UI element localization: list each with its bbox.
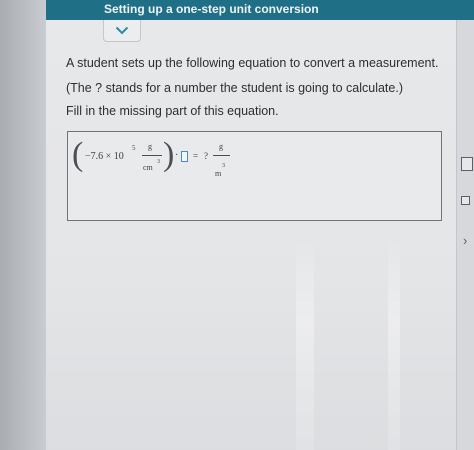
right-unit-denominator-exponent: 3: [222, 163, 225, 169]
right-unit-denominator: m: [215, 169, 222, 178]
chevron-right-icon[interactable]: ›: [463, 233, 467, 248]
question-line-3: Fill in the missing part of this equatio…: [66, 104, 279, 118]
right-fraction-bar: [213, 155, 230, 156]
left-unit-denominator: cm: [143, 163, 153, 172]
multiply-dot: ·: [175, 150, 179, 161]
equals-sign: =: [193, 151, 199, 161]
left-paren: (: [72, 136, 84, 173]
left-fraction-bar: [142, 155, 162, 156]
unknown-value: ?: [204, 151, 208, 161]
right-unit-numerator: g: [219, 142, 223, 151]
side-reset-button[interactable]: [461, 196, 470, 205]
equation-answer-box[interactable]: [67, 131, 442, 221]
right-paren: ): [163, 136, 175, 173]
collapse-header-button[interactable]: [103, 20, 141, 42]
left-unit-numerator: g: [148, 142, 152, 151]
exponent: 5: [132, 144, 136, 152]
coefficient: −7.6 × 10: [85, 151, 124, 162]
side-tool-button[interactable]: [461, 157, 473, 171]
header-bar: Setting up a one-step unit conversion: [46, 0, 474, 20]
header-title: Setting up a one-step unit conversion: [104, 2, 319, 16]
left-unit-denominator-exponent: 3: [157, 159, 160, 165]
missing-part-input[interactable]: [181, 151, 188, 162]
chevron-down-icon: [115, 26, 129, 35]
question-line-2: (The ? stands for a number the student i…: [66, 81, 403, 95]
left-background: [0, 0, 46, 450]
question-line-1: A student sets up the following equation…: [66, 56, 439, 70]
